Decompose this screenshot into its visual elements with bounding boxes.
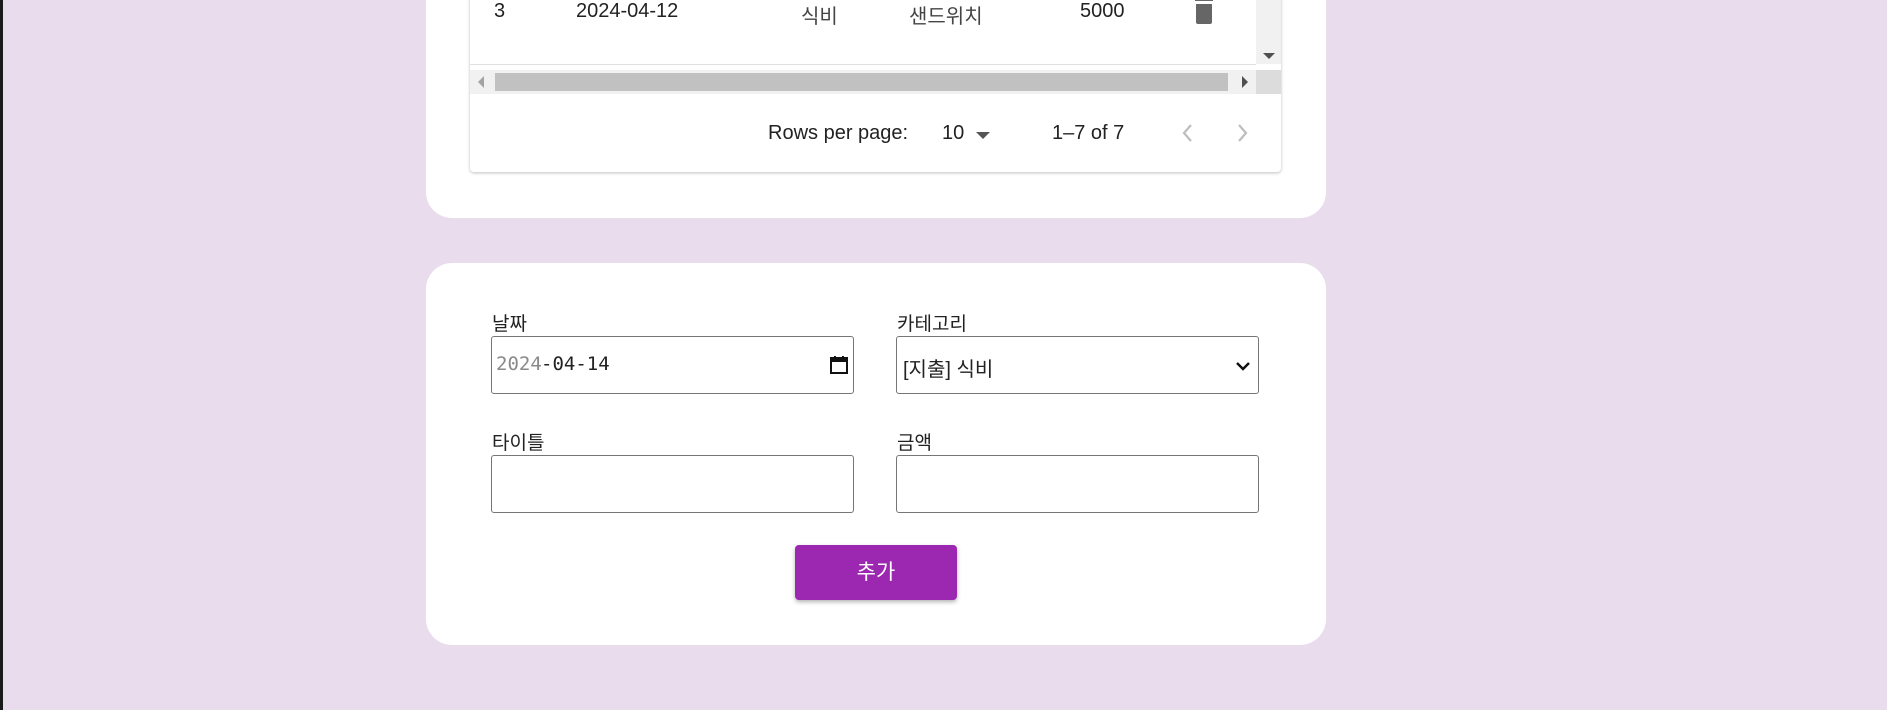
pagination-range: 1–7 of 7 bbox=[1052, 122, 1125, 144]
date-label: 날짜 bbox=[492, 314, 527, 335]
cell-id: 3 bbox=[494, 0, 506, 22]
rows-per-page-label: Rows per page: bbox=[768, 122, 909, 144]
title-label: 타이틀 bbox=[492, 433, 545, 454]
vertical-scrollbar[interactable] bbox=[1256, 0, 1281, 64]
scroll-left-arrow-icon[interactable] bbox=[478, 76, 484, 88]
date-field[interactable]: 2024 -04-14 bbox=[491, 336, 854, 394]
title-input[interactable] bbox=[492, 456, 853, 512]
amount-field[interactable] bbox=[896, 455, 1259, 513]
title-field[interactable] bbox=[491, 455, 854, 513]
chevron-down-icon[interactable] bbox=[1234, 357, 1252, 375]
table-pagination: Rows per page: 10 1–7 of 7 bbox=[470, 94, 1281, 172]
amount-label: 금액 bbox=[897, 433, 932, 454]
table-row[interactable]: 3 2024-04-12 식비 샌드위치 5000 bbox=[470, 0, 1256, 65]
amount-input[interactable] bbox=[897, 456, 1258, 512]
category-label: 카테고리 bbox=[897, 314, 967, 335]
chevron-right-icon[interactable] bbox=[1230, 120, 1254, 146]
date-month-day: -04-14 bbox=[541, 353, 610, 375]
rows-per-page-caret-icon[interactable] bbox=[976, 132, 990, 139]
expense-table: 3 2024-04-12 식비 샌드위치 5000 Rows per page:… bbox=[470, 0, 1281, 172]
table-card: 3 2024-04-12 식비 샌드위치 5000 Rows per page:… bbox=[426, 0, 1326, 218]
window-left-edge bbox=[0, 0, 3, 710]
cell-date: 2024-04-12 bbox=[576, 0, 679, 22]
delete-icon[interactable] bbox=[1192, 0, 1216, 32]
cell-amount: 5000 bbox=[1080, 0, 1125, 22]
date-year: 2024 bbox=[496, 353, 542, 375]
cell-category: 식비 bbox=[801, 6, 838, 28]
chevron-left-icon[interactable] bbox=[1176, 120, 1200, 146]
scroll-down-arrow-icon[interactable] bbox=[1263, 53, 1275, 59]
category-select[interactable]: [지출] 식비 bbox=[896, 336, 1259, 394]
category-selected-value: [지출] 식비 bbox=[903, 359, 994, 381]
horizontal-scrollbar[interactable] bbox=[470, 70, 1256, 94]
add-button[interactable]: 추가 bbox=[795, 545, 957, 600]
scroll-right-arrow-icon[interactable] bbox=[1242, 76, 1248, 88]
calendar-icon[interactable] bbox=[829, 355, 849, 375]
rows-per-page-select[interactable]: 10 bbox=[942, 122, 964, 145]
cell-title: 샌드위치 bbox=[909, 6, 983, 28]
entry-form-card: 날짜 2024 -04-14 카테고리 [지출] 식비 타이틀 금액 추가 bbox=[426, 263, 1326, 645]
scrollbar-corner bbox=[1256, 70, 1281, 94]
horizontal-scroll-thumb[interactable] bbox=[495, 73, 1228, 91]
